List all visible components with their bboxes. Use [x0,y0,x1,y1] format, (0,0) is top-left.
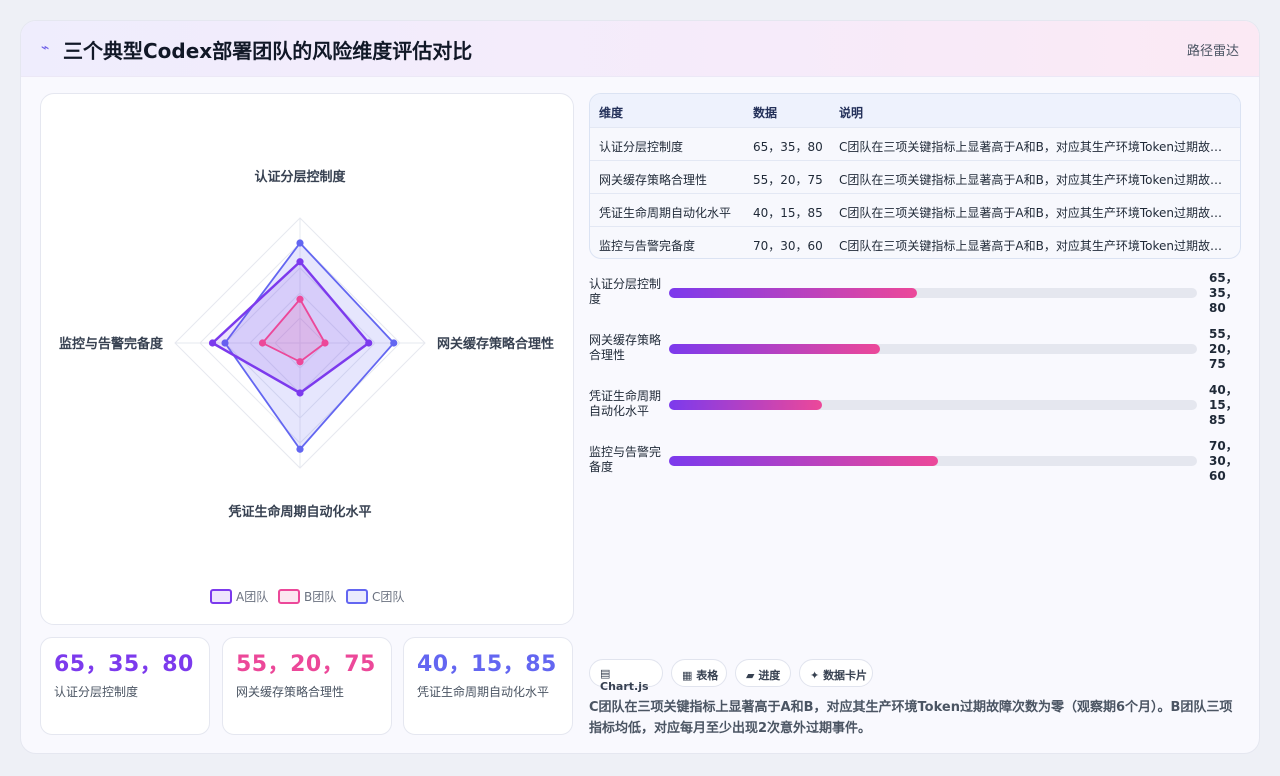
radar-axis-label: 监控与告警完备度 [59,336,164,352]
progress-fill [669,288,918,298]
table-cell: 40，15，85 [753,206,823,220]
radar-chart-panel: 认证分层控制度网关缓存策略合理性凭证生命周期自动化水平 监控与告警完备度 A团队 B团… [40,93,574,625]
radar-point [208,339,217,347]
pulse-icon: ⌁ [41,40,50,56]
table-icon: ▦ [682,669,693,682]
chip-label: 数据卡片 [823,669,868,682]
progress-row: 网关缓存策略合理性 55，20，75 [589,327,1249,377]
table-row: 监控与告警完备度 70，30，60 C团队在三项关键指标上显著高于A和B，对应其… [590,226,1240,258]
progress-label: 网关缓存策略合理性 [589,333,662,362]
stat-value: 55，20，75 [236,652,376,677]
data-table: 维度 数据 说明 认证分层控制度 65，35，80 C团队在三项关键指标上显著高… [589,93,1241,259]
progress-label: 认证分层控制度 [589,277,662,306]
table-row: 网关缓存策略合理性 55，20，75 C团队在三项关键指标上显著高于A和B，对应… [590,160,1240,193]
radar-point [296,358,304,366]
legend-label: C团队 [372,589,404,604]
table-header-cell: 说明 [839,106,864,120]
route-label: 路径雷达 [1186,44,1239,59]
dashboard-card: ⌁ 三个典型Codex部署团队的风险维度评估对比 路径雷达 认证分层控制度 网关缓… [20,20,1260,754]
radar-point [365,339,373,347]
radar-axis-label: 凭证生命周期自动化水平 [227,504,371,520]
table-cell: 55，20，75 [753,173,823,187]
radar-point [296,445,304,453]
chip-data-cards[interactable]: ✦ 数据卡片 [799,659,873,687]
sparkle-icon: ✦ [810,669,820,682]
radar-point [296,295,304,303]
chip-label: Chart.js [600,680,649,693]
progress-icon: ▰ [746,669,755,682]
summary-note: C团队在三项关键指标上显著高于A和B，对应其生产环境Token过期故障次数为零（… [589,700,1233,736]
chip-progress[interactable]: ▰ 进度 [735,659,791,687]
table-cell: 65，35，80 [753,140,823,154]
table-header-cell: 维度 [599,106,624,120]
legend-swatch [346,589,368,604]
progress-value: 65，35，80 [1209,271,1238,315]
progress-row: 监控与告警完备度 70，30，60 [589,439,1249,489]
stat-card: 65，35，80 认证分层控制度 [40,637,210,735]
stat-card: 40，15，85 凭证生命周期自动化水平 [403,637,573,735]
radar-chart: 认证分层控制度网关缓存策略合理性凭证生命周期自动化水平 监控与告警完备度 A团队 B团… [59,169,554,604]
radar-point [321,339,329,347]
stat-label: 凭证生命周期自动化水平 [417,685,550,699]
progress-track [669,400,1197,410]
progress-value: 70，30，60 [1209,439,1238,483]
progress-track [669,344,1197,354]
stat-label: 认证分层控制度 [54,685,139,699]
stat-value: 65，35，80 [54,652,194,677]
legend-swatch [210,589,232,604]
radar-point [390,339,398,347]
table-cell: C团队在三项关键指标上显著高于A和B，对应其生产环境Token过期故障次数为零（… [839,173,1225,187]
progress-fill [669,400,823,410]
table-cell: 网关缓存策略合理性 [599,173,708,187]
progress-value: 40，15，85 [1209,383,1238,427]
table-header-cell: 数据 [753,106,778,120]
progress-value: 55，20，75 [1209,327,1238,371]
table-header-row: 维度 数据 说明 [590,94,1240,127]
progress-label: 监控与告警完备度 [589,445,662,474]
chip-label: 进度 [758,669,781,682]
chip-table[interactable]: ▦ 表格 [671,659,727,687]
table-cell: 70，30，60 [753,239,823,253]
stat-label: 网关缓存策略合理性 [236,685,345,699]
table-cell: C团队在三项关键指标上显著高于A和B，对应其生产环境Token过期故障次数为零（… [839,206,1225,220]
radar-point [296,389,304,397]
header: ⌁ 三个典型Codex部署团队的风险维度评估对比 路径雷达 [21,21,1259,77]
radar-point [258,339,267,347]
table-cell: C团队在三项关键指标上显著高于A和B，对应其生产环境Token过期故障次数为零（… [839,140,1225,154]
radar-axis-label: 网关缓存策略合理性 [437,336,554,352]
table-row: 凭证生命周期自动化水平 40，15，85 C团队在三项关键指标上显著高于A和B，… [590,193,1240,226]
table-cell: C团队在三项关键指标上显著高于A和B，对应其生产环境Token过期故障次数为零（… [839,239,1225,253]
stat-value: 40，15，85 [417,652,557,677]
legend-swatch [278,589,300,604]
progress-fill [669,344,881,354]
table-cell: 凭证生命周期自动化水平 [599,206,732,220]
chart-icon: ▤ [600,667,611,680]
radar-point [296,239,304,247]
radar-point [296,258,304,266]
legend-label: A团队 [236,589,268,604]
page-title: 三个典型Codex部署团队的风险维度评估对比 [63,39,473,63]
progress-label: 凭证生命周期自动化水平 [589,389,662,418]
progress-fill [669,456,939,466]
progress-row: 凭证生命周期自动化水平 40，15，85 [589,383,1249,433]
radar-axis-label: 认证分层控制度 [254,169,346,185]
table-cell: 监控与告警完备度 [599,239,696,253]
stat-card: 55，20，75 网关缓存策略合理性 [222,637,392,735]
chip-label: 表格 [696,669,719,682]
progress-track [669,456,1197,466]
progress-track [669,288,1197,298]
table-cell: 认证分层控制度 [599,140,684,154]
legend-label: B团队 [304,589,336,604]
chip-chartjs[interactable]: ▤ Chart.js [589,659,663,693]
table-row: 认证分层控制度 65，35，80 C团队在三项关键指标上显著高于A和B，对应其生… [590,127,1240,160]
progress-row: 认证分层控制度 65，35，80 [589,271,1249,321]
